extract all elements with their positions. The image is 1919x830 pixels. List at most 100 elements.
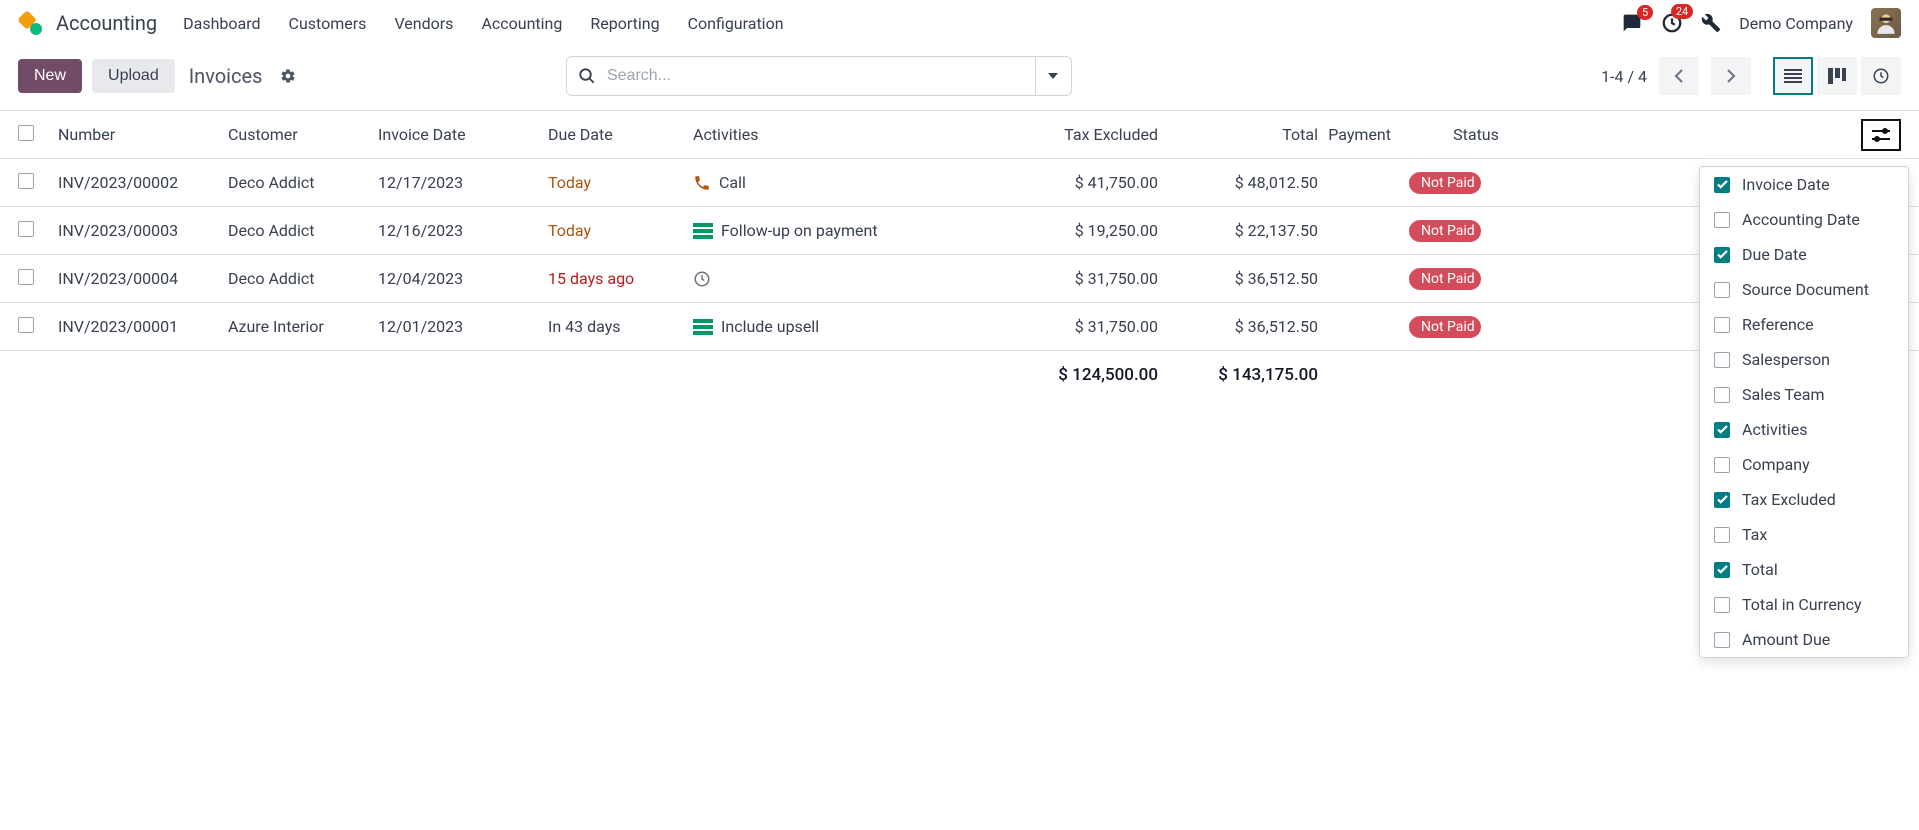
column-option-checkbox[interactable] bbox=[1714, 177, 1730, 193]
status-badge: Not Paid bbox=[1409, 268, 1481, 290]
company-selector[interactable]: Demo Company bbox=[1739, 14, 1853, 33]
col-invoice-date[interactable]: Invoice Date bbox=[378, 125, 548, 144]
upload-button[interactable]: Upload bbox=[92, 59, 175, 93]
debug-button[interactable] bbox=[1701, 13, 1721, 33]
column-option[interactable]: Due Date bbox=[1700, 237, 1908, 272]
search-input[interactable] bbox=[566, 56, 1036, 96]
column-option-checkbox[interactable] bbox=[1714, 317, 1730, 333]
column-option[interactable]: Amount Due bbox=[1700, 622, 1908, 657]
column-option-checkbox[interactable] bbox=[1714, 632, 1730, 648]
select-all-checkbox[interactable] bbox=[18, 125, 34, 141]
column-option-label: Company bbox=[1742, 455, 1810, 474]
column-option-label: Total in Currency bbox=[1742, 595, 1862, 614]
activity-view-button[interactable] bbox=[1861, 57, 1901, 95]
column-option[interactable]: Reference bbox=[1700, 307, 1908, 342]
column-option[interactable]: Source Document bbox=[1700, 272, 1908, 307]
optional-columns-dropdown: Invoice DateAccounting DateDue DateSourc… bbox=[1699, 166, 1909, 658]
menu-customers[interactable]: Customers bbox=[289, 14, 367, 33]
column-option-label: Reference bbox=[1742, 315, 1814, 334]
optional-columns-button[interactable] bbox=[1861, 119, 1901, 151]
col-payment[interactable]: Payment bbox=[1318, 125, 1391, 144]
invoice-table: Number Customer Invoice Date Due Date Ac… bbox=[0, 110, 1919, 399]
messages-button[interactable]: 5 bbox=[1621, 13, 1643, 33]
column-option-checkbox[interactable] bbox=[1714, 212, 1730, 228]
row-checkbox[interactable] bbox=[18, 317, 34, 333]
new-button[interactable]: New bbox=[18, 59, 82, 93]
column-option-checkbox[interactable] bbox=[1714, 247, 1730, 263]
activities-button[interactable]: 24 bbox=[1661, 12, 1683, 34]
cell-activity[interactable]: Call bbox=[693, 173, 1023, 192]
col-status[interactable]: Status bbox=[1391, 125, 1561, 144]
app-logo[interactable] bbox=[18, 11, 42, 35]
table-row[interactable]: INV/2023/00001Azure Interior12/01/2023In… bbox=[0, 303, 1919, 351]
row-checkbox[interactable] bbox=[18, 221, 34, 237]
column-option-checkbox[interactable] bbox=[1714, 352, 1730, 368]
column-option[interactable]: Sales Team bbox=[1700, 377, 1908, 412]
column-option-label: Sales Team bbox=[1742, 385, 1824, 404]
cell-number: INV/2023/00003 bbox=[58, 221, 228, 240]
cell-activity[interactable]: Include upsell bbox=[693, 317, 1023, 336]
column-option-label: Tax Excluded bbox=[1742, 490, 1836, 509]
column-option-checkbox[interactable] bbox=[1714, 562, 1730, 578]
user-avatar[interactable] bbox=[1871, 8, 1901, 38]
column-option-checkbox[interactable] bbox=[1714, 422, 1730, 438]
cell-activity[interactable]: Follow-up on payment bbox=[693, 221, 1023, 240]
row-checkbox[interactable] bbox=[18, 269, 34, 285]
footer-tax-excluded: $ 124,500.00 bbox=[1023, 365, 1158, 385]
table-row[interactable]: INV/2023/00004Deco Addict12/04/202315 da… bbox=[0, 255, 1919, 303]
menu-configuration[interactable]: Configuration bbox=[688, 14, 784, 33]
column-option[interactable]: Accounting Date bbox=[1700, 202, 1908, 237]
cell-customer: Azure Interior bbox=[228, 317, 378, 336]
menu-dashboard[interactable]: Dashboard bbox=[183, 14, 260, 33]
column-option-checkbox[interactable] bbox=[1714, 597, 1730, 613]
column-option-checkbox[interactable] bbox=[1714, 492, 1730, 508]
cell-total: $ 22,137.50 bbox=[1158, 221, 1318, 240]
cell-due-date: Today bbox=[548, 221, 693, 240]
row-checkbox[interactable] bbox=[18, 173, 34, 189]
activity-icon bbox=[693, 174, 711, 192]
column-option-label: Amount Due bbox=[1742, 630, 1830, 649]
chevron-right-icon bbox=[1726, 68, 1736, 84]
column-option-checkbox[interactable] bbox=[1714, 282, 1730, 298]
view-settings-button[interactable] bbox=[280, 68, 296, 84]
col-number[interactable]: Number bbox=[58, 125, 228, 144]
column-option[interactable]: Total bbox=[1700, 552, 1908, 587]
col-activities[interactable]: Activities bbox=[693, 125, 1023, 144]
column-option[interactable]: Invoice Date bbox=[1700, 167, 1908, 202]
column-option[interactable]: Tax Excluded bbox=[1700, 482, 1908, 517]
list-view-button[interactable] bbox=[1773, 57, 1813, 95]
menu-accounting[interactable]: Accounting bbox=[481, 14, 562, 33]
table-row[interactable]: INV/2023/00003Deco Addict12/16/2023Today… bbox=[0, 207, 1919, 255]
menu-reporting[interactable]: Reporting bbox=[590, 14, 659, 33]
col-due-date[interactable]: Due Date bbox=[548, 125, 693, 144]
column-option[interactable]: Company bbox=[1700, 447, 1908, 482]
cell-activity[interactable] bbox=[693, 270, 1023, 288]
caret-down-icon bbox=[1048, 73, 1058, 79]
col-customer[interactable]: Customer bbox=[228, 125, 378, 144]
app-name[interactable]: Accounting bbox=[56, 11, 157, 35]
column-option-checkbox[interactable] bbox=[1714, 387, 1730, 403]
col-total[interactable]: Total bbox=[1158, 125, 1318, 144]
column-option-checkbox[interactable] bbox=[1714, 527, 1730, 543]
menu-vendors[interactable]: Vendors bbox=[394, 14, 453, 33]
activity-label: Call bbox=[719, 173, 746, 192]
column-option[interactable]: Activities bbox=[1700, 412, 1908, 447]
column-option-checkbox[interactable] bbox=[1714, 457, 1730, 473]
view-switcher bbox=[1773, 57, 1901, 95]
pager-prev-button[interactable] bbox=[1659, 57, 1699, 95]
cell-tax-excluded: $ 31,750.00 bbox=[1023, 269, 1158, 288]
search-options-button[interactable] bbox=[1036, 56, 1072, 96]
kanban-view-button[interactable] bbox=[1817, 57, 1857, 95]
pager-next-button[interactable] bbox=[1711, 57, 1751, 95]
column-option[interactable]: Tax bbox=[1700, 517, 1908, 552]
column-option[interactable]: Total in Currency bbox=[1700, 587, 1908, 622]
pager-text[interactable]: 1-4 / 4 bbox=[1601, 67, 1647, 86]
pager: 1-4 / 4 bbox=[1601, 57, 1901, 95]
col-tax-excluded[interactable]: Tax Excluded bbox=[1023, 125, 1158, 144]
avatar-icon bbox=[1873, 10, 1899, 36]
nav-right: 5 24 Demo Company bbox=[1621, 8, 1901, 38]
cell-invoice-date: 12/04/2023 bbox=[378, 269, 548, 288]
chevron-left-icon bbox=[1674, 68, 1684, 84]
table-row[interactable]: INV/2023/00002Deco Addict12/17/2023Today… bbox=[0, 159, 1919, 207]
column-option[interactable]: Salesperson bbox=[1700, 342, 1908, 377]
